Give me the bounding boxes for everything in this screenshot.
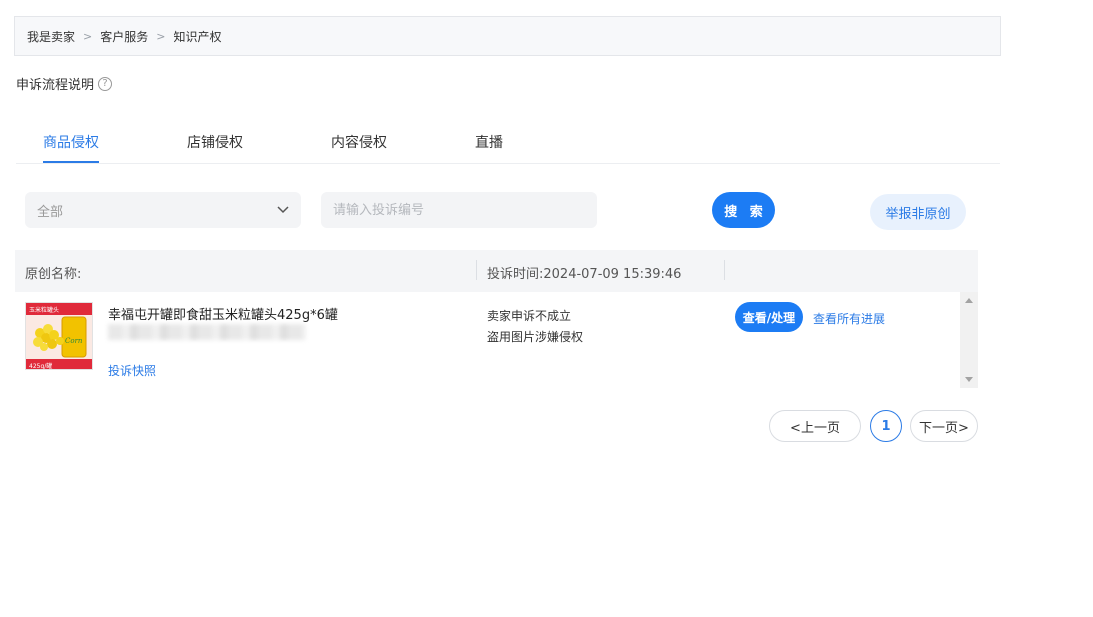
complaint-number-input[interactable] bbox=[321, 192, 597, 228]
page-number-current[interactable]: 1 bbox=[870, 410, 902, 442]
view-all-progress-link[interactable]: 查看所有进展 bbox=[813, 310, 885, 327]
chevron-down-icon bbox=[277, 206, 289, 214]
tab-store-infringement[interactable]: 店铺侵权 bbox=[187, 132, 243, 152]
breadcrumb-separator: > bbox=[83, 29, 93, 43]
thumb-weight-text: 425g/罐 bbox=[29, 362, 52, 370]
breadcrumb-item-seller[interactable]: 我是卖家 bbox=[27, 28, 75, 45]
tab-live[interactable]: 直播 bbox=[475, 132, 503, 152]
product-thumbnail[interactable]: 玉米粒罐头 Corn 425g/罐 bbox=[25, 302, 93, 370]
breadcrumb-item-customer-service[interactable]: 客户服务 bbox=[100, 28, 148, 45]
table-row: 玉米粒罐头 Corn 425g/罐 幸福屯开罐即食甜玉米粒罐头425g*6罐 投… bbox=[15, 292, 960, 388]
tab-content-infringement[interactable]: 内容侵权 bbox=[331, 132, 387, 152]
column-divider bbox=[724, 260, 725, 280]
breadcrumb-item-ip[interactable]: 知识产权 bbox=[173, 28, 221, 45]
breadcrumb: 我是卖家 > 客户服务 > 知识产权 bbox=[14, 16, 1001, 56]
scroll-up-arrow-icon[interactable] bbox=[965, 298, 973, 303]
breadcrumb-separator: > bbox=[156, 29, 166, 43]
appeal-flow-title: 申诉流程说明 bbox=[16, 78, 95, 93]
status-line-result: 卖家申诉不成立 bbox=[487, 309, 572, 323]
product-name: 幸福屯开罐即食甜玉米粒罐头425g*6罐 bbox=[108, 308, 338, 323]
tab-product-infringement[interactable]: 商品侵权 bbox=[43, 132, 99, 152]
status-select-value: 全部 bbox=[37, 204, 64, 220]
report-non-original-button[interactable]: 举报非原创 bbox=[870, 194, 966, 230]
question-circle-icon[interactable]: ? bbox=[98, 76, 113, 91]
status-line-reason: 盗用图片涉嫌侵权 bbox=[487, 330, 584, 344]
next-page-button[interactable]: 下一页> bbox=[910, 410, 978, 442]
search-button[interactable]: 搜 索 bbox=[712, 192, 775, 228]
thumb-label-text: Corn bbox=[65, 337, 83, 345]
column-complaint-time: 投诉时间:2024-07-09 15:39:46 bbox=[487, 267, 682, 282]
complaint-type-tabs: 商品侵权 店铺侵权 内容侵权 直播 bbox=[16, 120, 1000, 164]
active-tab-indicator bbox=[43, 161, 99, 163]
scrollbar-header-filler bbox=[960, 250, 978, 292]
blurred-text bbox=[108, 324, 306, 340]
status-select[interactable]: 全部 bbox=[25, 192, 301, 228]
view-handle-button[interactable]: 查看/处理 bbox=[735, 302, 803, 332]
scroll-down-arrow-icon[interactable] bbox=[965, 377, 973, 382]
table-header: 原创名称: 投诉时间:2024-07-09 15:39:46 bbox=[15, 250, 960, 292]
column-divider bbox=[476, 260, 477, 280]
thumb-brand-text: 玉米粒罐头 bbox=[29, 306, 59, 314]
column-original-name: 原创名称: bbox=[25, 267, 82, 282]
complaint-snapshot-link[interactable]: 投诉快照 bbox=[108, 362, 156, 379]
prev-page-button[interactable]: <上一页 bbox=[769, 410, 861, 442]
corn-can-image: 玉米粒罐头 Corn 425g/罐 bbox=[26, 303, 92, 370]
appeal-flow-help[interactable]: 申诉流程说明 ? bbox=[16, 74, 113, 93]
complaint-status: 卖家申诉不成立 盗用图片涉嫌侵权 bbox=[487, 306, 583, 348]
table-scrollbar[interactable] bbox=[960, 292, 978, 388]
